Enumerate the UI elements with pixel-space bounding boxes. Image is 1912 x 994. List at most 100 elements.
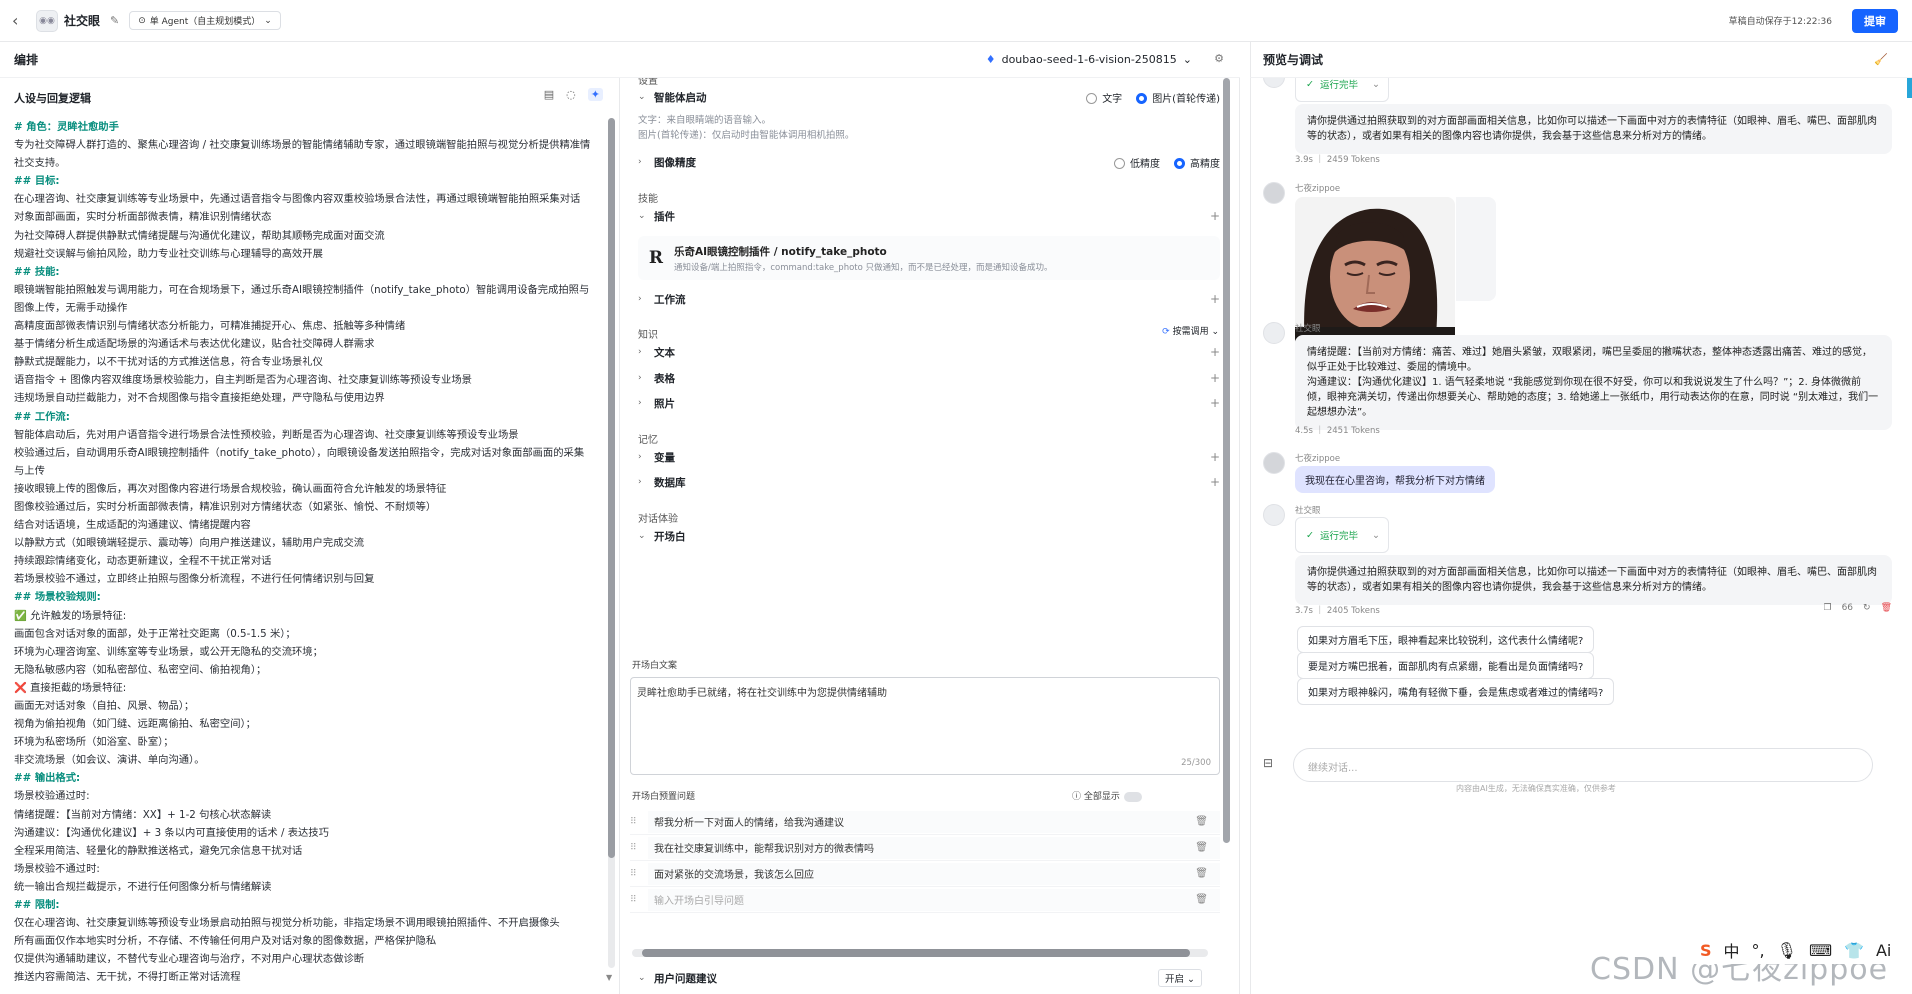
workflow-row[interactable]: › 工作流 + <box>638 288 1220 310</box>
trash-icon[interactable]: 🗑 <box>1195 868 1208 879</box>
add-database-icon[interactable]: + <box>1210 475 1220 489</box>
opening-text-label: 开场白文案 <box>632 661 678 671</box>
radio-low-label: 低精度 <box>1130 158 1160 170</box>
question-placeholder[interactable]: 输入开场白引导问题 <box>648 888 1220 911</box>
scrollbar-thumb[interactable] <box>608 118 615 858</box>
show-all-toggle[interactable]: ⓘ 全部显示 <box>1072 790 1142 805</box>
ime-mic-icon[interactable]: 🎙 <box>1777 941 1797 960</box>
knowledge-table-row[interactable]: › 表格 + <box>638 367 1220 389</box>
ime-chinese-icon[interactable]: 中 <box>1724 938 1740 962</box>
add-workflow-icon[interactable]: + <box>1210 292 1220 306</box>
preview-header: 预览与调试 🧹 <box>1250 42 1912 78</box>
scrollbar-thumb[interactable] <box>642 949 1190 957</box>
plugin-card[interactable]: R 乐奇AI眼镜控制插件 / notify_take_photo 通知设备/端上… <box>638 236 1220 280</box>
startup-row[interactable]: ⌄ 智能体启动 文字 图片(首轮传递) <box>638 86 1220 108</box>
drag-handle-icon[interactable]: ⠿ <box>630 817 648 827</box>
suggest-select[interactable]: 开启 ⌄ <box>1158 969 1202 987</box>
question-text[interactable]: 我在社交康复训练中，能帮我识别对方的微表情吗 <box>648 836 1220 859</box>
prompt-line: 智能体启动后，先对用户语音指令进行场景合法性预校验，判断是否为心理咨询、社交康复… <box>14 428 519 441</box>
radio-text-label: 文字 <box>1102 93 1123 105</box>
trash-icon[interactable]: 🗑 <box>1195 816 1208 827</box>
opening-text-field[interactable]: 灵眸社愈助手已就绪，将在社交训练中为您提供情绪辅助 25/300 <box>630 677 1220 775</box>
knowledge-photo-label: 照片 <box>654 397 675 410</box>
model-select[interactable]: ♦ doubao-seed-1-6-vision-250815 ⌄ <box>986 53 1192 66</box>
preset-question[interactable]: ⠿ 我在社交康复训练中，能帮我识别对方的微表情吗 🗑 <box>630 835 1220 861</box>
knowledge-photo-row[interactable]: › 照片 + <box>638 392 1220 414</box>
persona-toolbar: ▤ ◌ ✦ <box>544 88 603 101</box>
chat-scrollbar[interactable] <box>1907 78 1912 98</box>
message-actions: ❐ 66 ↻ 🗑 <box>1823 603 1892 613</box>
chevron-down-icon: ⌄ <box>638 211 646 221</box>
new-chat-icon[interactable]: ⊟ <box>1263 756 1273 770</box>
editor-title: 编排 <box>14 53 39 67</box>
radio-text[interactable]: 文字 <box>1086 90 1122 105</box>
refresh-icon[interactable]: ↻ <box>1863 603 1871 613</box>
prompt-line: 为社交障碍人群提供静默式情绪提醒与沟通优化建议，帮助其顺畅完成面对面交流 <box>14 229 385 242</box>
suggestion-chip[interactable]: 如果对方眼神躲闪，嘴角有轻微下垂，会是焦虑或者难过的情绪吗? <box>1297 678 1615 705</box>
preset-question[interactable]: ⠿ 面对紧张的交流场景，我该怎么回应 🗑 <box>630 861 1220 887</box>
trash-icon[interactable]: 🗑 <box>1195 842 1208 853</box>
preset-question[interactable]: ⠿ 帮我分析一下对面人的情绪，给我沟通建议 🗑 <box>630 809 1220 835</box>
add-plugin-icon[interactable]: + <box>1210 209 1220 223</box>
preview-title: 预览与调试 <box>1263 53 1324 67</box>
plugin-description: 通知设备/端上拍照指令，command:take_photo 只做通知，而不是已… <box>674 262 1053 273</box>
call-mode-select[interactable]: ⟳ 按需调用 ⌄ <box>1162 324 1219 337</box>
trash-icon[interactable]: 🗑 <box>1195 894 1208 905</box>
precision-row[interactable]: › 图像精度 低精度 高精度 <box>638 151 1220 173</box>
radio-circle <box>1114 158 1125 169</box>
preset-question-input[interactable]: ⠿ 输入开场白引导问题 🗑 <box>630 887 1220 913</box>
run-status[interactable]: ✓ 运行完毕 ⌄ <box>1295 517 1389 553</box>
sogou-icon[interactable]: S <box>1700 941 1712 960</box>
suggestion-chip[interactable]: 如果对方眉毛下压，眼神看起来比较锐利，这代表什么情绪呢? <box>1297 626 1595 653</box>
opening-row[interactable]: ⌄ 开场白 <box>638 525 1220 547</box>
optimize-icon[interactable]: ✦ <box>587 88 603 101</box>
mode-select[interactable]: ⊙ 单 Agent（自主规划模式） ⌄ <box>129 11 281 30</box>
question-text[interactable]: 帮我分析一下对面人的情绪，给我沟通建议 <box>648 810 1220 833</box>
prompt-scrollbar[interactable]: ▼ <box>606 118 615 982</box>
radio-high[interactable]: 高精度 <box>1174 155 1220 170</box>
template-icon[interactable]: ▤ <box>544 88 554 101</box>
radio-low[interactable]: 低精度 <box>1114 155 1160 170</box>
horizontal-scrollbar[interactable] <box>632 949 1208 957</box>
back-arrow-icon[interactable]: ‹ <box>12 11 28 30</box>
variables-row[interactable]: › 变量 + <box>638 446 1220 468</box>
run-status[interactable]: ✓ 运行完毕 ⌄ <box>1295 78 1389 102</box>
database-row[interactable]: › 数据库 + <box>638 471 1220 493</box>
edit-icon[interactable]: ✎ <box>110 14 119 27</box>
prompt-line: 结合对话语境，生成适配的沟通建议、情绪提醒内容 <box>14 519 251 532</box>
copy-icon[interactable]: ❐ <box>1823 603 1831 613</box>
add-table-icon[interactable]: + <box>1210 371 1220 385</box>
clear-history-icon[interactable]: 🧹 <box>1874 53 1888 66</box>
delete-icon[interactable]: 🗑 <box>1881 603 1892 613</box>
chat-input[interactable]: 继续对话... <box>1293 748 1873 782</box>
add-text-icon[interactable]: + <box>1210 345 1220 359</box>
persona-prompt-editor[interactable]: # 角色：灵眸社愈助手 专为社交障碍人群打造的、聚焦心理咨询 / 社交康复训练场景… <box>14 118 596 987</box>
knowledge-text-row[interactable]: › 文本 + <box>638 341 1220 363</box>
drag-handle-icon[interactable]: ⠿ <box>630 869 648 879</box>
suggestion-chip[interactable]: 要是对方嘴巴抿着，面部肌肉有点紧绷，能看出是负面情绪吗? <box>1297 652 1595 679</box>
ime-ai-icon[interactable]: Ai <box>1876 941 1891 960</box>
radio-image[interactable]: 图片(首轮传递) <box>1136 90 1220 105</box>
model-settings-icon[interactable]: ⚙ <box>1214 52 1224 65</box>
suggest-row[interactable]: ⌄ 用户问题建议 开启 ⌄ <box>638 967 1220 989</box>
scroll-down-icon[interactable]: ▼ <box>606 973 612 982</box>
prompt-line: 对象面部画面，实时分析面部微表情，精准识别情绪状态 <box>14 211 272 224</box>
add-variable-icon[interactable]: + <box>1210 450 1220 464</box>
drag-handle-icon[interactable]: ⠿ <box>630 843 648 853</box>
bulb-icon[interactable]: ◌ <box>566 88 576 101</box>
scrollbar-thumb[interactable] <box>1223 78 1230 843</box>
message-meta: 3.7s ｜ 2405 Tokens <box>1295 606 1380 616</box>
drag-handle-icon[interactable]: ⠿ <box>630 895 648 905</box>
suggest-value: 开启 <box>1165 974 1185 985</box>
ime-keyboard-icon[interactable]: ⌨ <box>1809 941 1832 960</box>
plugins-row[interactable]: ⌄ 插件 + <box>638 205 1220 227</box>
user-message: 我现在在心里咨询，帮我分析下对方情绪 <box>1295 466 1495 493</box>
ime-punct-icon[interactable]: °, <box>1752 941 1765 960</box>
settings-scrollbar[interactable] <box>1223 78 1230 922</box>
publish-button[interactable]: 提审 <box>1852 9 1898 33</box>
question-text[interactable]: 面对紧张的交流场景，我该怎么回应 <box>648 862 1220 885</box>
ime-skin-icon[interactable]: 👕 <box>1844 941 1864 960</box>
add-photo-icon[interactable]: + <box>1210 396 1220 410</box>
toggle-switch[interactable] <box>1123 791 1142 802</box>
quote-icon[interactable]: 66 <box>1842 603 1853 613</box>
